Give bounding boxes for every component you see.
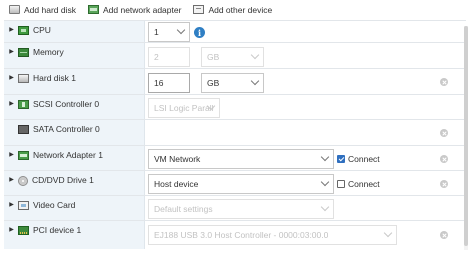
row-cddvd-header[interactable]: ▶ CD/DVD Drive 1	[4, 171, 145, 195]
hard-disk-unit-select[interactable]: GB	[201, 73, 264, 93]
expand-caret-icon[interactable]: ▶	[7, 176, 16, 185]
cd-dvd-icon	[18, 176, 28, 186]
pci-select[interactable]: EJ188 USB 3.0 Host Controller - 0000:03:…	[148, 225, 397, 245]
row-hard-disk-header[interactable]: ▶ Hard disk 1	[4, 69, 145, 94]
memory-label: Memory	[33, 47, 64, 57]
hard-disk-size-input[interactable]: 16	[148, 73, 190, 93]
memory-value: 2	[154, 52, 159, 62]
pci-value: EJ188 USB 3.0 Host Controller - 0000:03:…	[154, 230, 329, 240]
add-hard-disk-label: Add hard disk	[24, 4, 76, 15]
other-device-icon	[193, 5, 205, 14]
chevron-down-icon	[250, 76, 260, 86]
video-value: Default settings	[154, 204, 213, 214]
scsi-type-value: LSI Logic Paralle	[154, 103, 214, 113]
video-card-icon	[18, 201, 29, 210]
row-memory-header[interactable]: ▶ Memory	[4, 43, 145, 68]
network-connect-checkbox[interactable]: Connect	[337, 154, 380, 164]
expand-caret-icon[interactable]: ▶	[7, 26, 16, 35]
add-hard-disk-button[interactable]: Add hard disk	[9, 5, 76, 15]
network-adapter-icon	[87, 5, 99, 14]
remove-network-icon[interactable]	[440, 155, 448, 163]
expand-caret-icon[interactable]: ▶	[7, 226, 16, 235]
expand-caret-icon[interactable]: ▶	[7, 201, 16, 210]
hard-disk-icon	[9, 5, 20, 14]
add-network-adapter-label: Add network adapter	[102, 4, 182, 15]
hardware-table: ▶ CPU 1 i ▶ Memory 2 GB ▶ Hard disk 1 16…	[4, 20, 466, 250]
memory-icon	[18, 48, 29, 57]
memory-unit-value: GB	[207, 52, 220, 62]
memory-unit-select[interactable]: GB	[201, 47, 264, 67]
add-other-device-button[interactable]: Add other device	[193, 5, 272, 15]
network-select[interactable]: VM Network	[148, 149, 334, 169]
cddvd-select[interactable]: Host device	[148, 174, 334, 194]
expand-caret-icon[interactable]: ▶	[7, 74, 16, 83]
sata-label: SATA Controller 0	[33, 124, 100, 134]
scrollbar-thumb[interactable]	[464, 26, 468, 246]
remove-sata-icon[interactable]	[440, 129, 448, 137]
network-value: VM Network	[154, 154, 201, 164]
cpu-label: CPU	[33, 25, 51, 35]
hard-disk-unit-value: GB	[207, 78, 220, 88]
expand-caret-icon[interactable]: ▶	[7, 151, 16, 160]
video-label: Video Card	[33, 200, 76, 210]
sata-controller-icon	[18, 125, 29, 134]
cddvd-value: Host device	[154, 179, 199, 189]
info-icon[interactable]: i	[194, 27, 205, 38]
cpu-select[interactable]: 1	[148, 22, 190, 42]
add-other-device-label: Add other device	[208, 4, 273, 15]
row-sata-header: SATA Controller 0	[4, 120, 145, 145]
remove-pci-icon[interactable]	[440, 231, 448, 239]
scsi-label: SCSI Controller 0	[33, 99, 100, 109]
checkbox-checked-icon[interactable]	[337, 155, 345, 163]
chevron-down-icon	[250, 50, 260, 60]
row-pci-device: ▶ PCI device 1 EJ188 USB 3.0 Host Contro…	[4, 221, 466, 249]
chevron-down-icon	[320, 202, 330, 212]
network-connect-label: Connect	[348, 154, 380, 164]
pci-label: PCI device 1	[33, 225, 82, 235]
row-memory: ▶ Memory 2 GB	[4, 43, 466, 69]
row-sata-controller: SATA Controller 0	[4, 120, 466, 146]
vertical-scrollbar[interactable]	[464, 26, 468, 250]
chevron-down-icon	[176, 25, 186, 35]
row-scsi-header[interactable]: ▶ SCSI Controller 0	[4, 95, 145, 119]
cddvd-connect-label: Connect	[348, 179, 380, 189]
chevron-down-icon	[320, 152, 330, 162]
cpu-icon	[18, 26, 29, 35]
row-cpu: ▶ CPU 1 i	[4, 21, 466, 43]
expand-caret-icon[interactable]: ▶	[7, 100, 16, 109]
cpu-value: 1	[154, 27, 159, 37]
row-pci-header[interactable]: ▶ PCI device 1	[4, 221, 145, 249]
remove-cddvd-icon[interactable]	[440, 180, 448, 188]
toolbar: Add hard disk Add network adapter Add ot…	[0, 0, 474, 19]
row-cpu-header[interactable]: ▶ CPU	[4, 21, 145, 42]
memory-input[interactable]: 2	[148, 47, 190, 67]
scsi-type-select[interactable]: LSI Logic Paralle	[148, 98, 220, 118]
cddvd-label: CD/DVD Drive 1	[32, 175, 94, 185]
cddvd-connect-checkbox[interactable]: Connect	[337, 179, 380, 189]
hard-disk-size-value: 16	[154, 78, 164, 88]
hard-disk-label: Hard disk 1	[33, 73, 76, 83]
network-label: Network Adapter 1	[33, 150, 103, 160]
network-adapter-icon	[18, 151, 29, 160]
add-network-adapter-button[interactable]: Add network adapter	[87, 4, 182, 15]
hard-disk-icon	[18, 74, 29, 83]
row-video-header[interactable]: ▶ Video Card	[4, 196, 145, 220]
row-scsi-controller: ▶ SCSI Controller 0 LSI Logic Paralle	[4, 95, 466, 120]
remove-hard-disk-icon[interactable]	[440, 78, 448, 86]
expand-caret-icon[interactable]: ▶	[7, 48, 16, 57]
scsi-controller-icon	[18, 100, 29, 109]
video-select[interactable]: Default settings	[148, 199, 334, 219]
chevron-down-icon	[320, 177, 330, 187]
row-network-adapter: ▶ Network Adapter 1 VM Network Connect	[4, 146, 466, 171]
row-video-card: ▶ Video Card Default settings	[4, 196, 466, 221]
row-cddvd-drive: ▶ CD/DVD Drive 1 Host device Connect	[4, 171, 466, 196]
pci-device-icon	[18, 226, 29, 235]
checkbox-unchecked-icon[interactable]	[337, 180, 345, 188]
row-network-header[interactable]: ▶ Network Adapter 1	[4, 146, 145, 170]
row-hard-disk: ▶ Hard disk 1 16 GB	[4, 69, 466, 95]
